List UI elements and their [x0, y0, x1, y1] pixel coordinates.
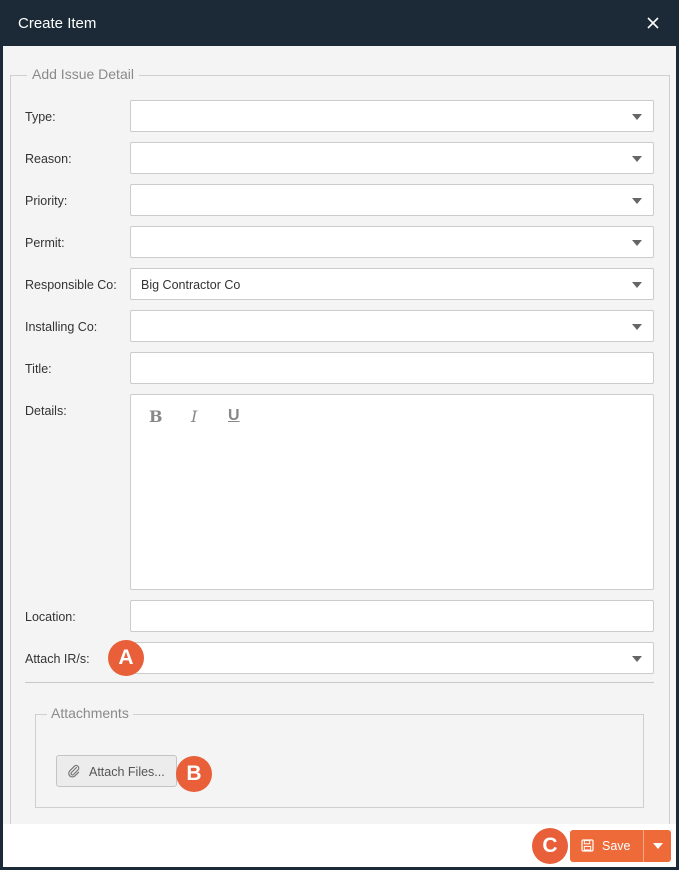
location-input[interactable] [130, 600, 654, 632]
reason-label: Reason: [25, 152, 72, 166]
reason-select[interactable] [130, 142, 654, 174]
create-item-dialog: Create Item Add Issue Detail Type: Reaso… [0, 0, 679, 870]
attachments-fieldset: Attachments Attach Files... [35, 705, 644, 808]
priority-select[interactable] [130, 184, 654, 216]
permit-select[interactable] [130, 226, 654, 258]
chevron-down-icon [632, 240, 642, 246]
attachments-legend: Attachments [47, 705, 133, 721]
installing-co-label: Installing Co: [25, 320, 98, 334]
attach-files-label: Attach Files... [89, 765, 165, 779]
dialog-title: Create Item [18, 15, 97, 32]
issue-detail-legend: Add Issue Detail [27, 66, 139, 82]
title-label: Title: [25, 362, 52, 376]
priority-label: Priority: [25, 194, 68, 208]
dialog-footer: C Save [3, 824, 676, 867]
installing-co-select[interactable] [130, 310, 654, 342]
chevron-down-icon [632, 198, 642, 204]
details-editor[interactable]: B I U [130, 394, 654, 590]
annotation-badge-a: A [108, 640, 144, 676]
bold-button[interactable]: B [149, 407, 163, 426]
attach-irs-label: Attach IR/s: [25, 652, 90, 666]
type-label: Type: [25, 110, 56, 124]
responsible-co-label: Responsible Co: [25, 278, 117, 292]
type-select[interactable] [130, 100, 654, 132]
details-label: Details: [25, 404, 67, 418]
attach-irs-select[interactable] [130, 642, 654, 674]
save-button[interactable]: Save [570, 830, 643, 862]
responsible-co-select[interactable]: Big Contractor Co [130, 268, 654, 300]
location-label: Location: [25, 610, 76, 624]
dialog-body: Add Issue Detail Type: Reason: Priority:… [3, 46, 676, 835]
italic-button[interactable]: I [191, 407, 197, 426]
paperclip-icon [67, 764, 81, 778]
title-input[interactable] [130, 352, 654, 384]
chevron-down-icon [632, 656, 642, 662]
chevron-down-icon [632, 156, 642, 162]
chevron-down-icon [653, 843, 663, 849]
permit-label: Permit: [25, 236, 65, 250]
chevron-down-icon [632, 282, 642, 288]
responsible-co-value: Big Contractor Co [141, 278, 241, 292]
chevron-down-icon [632, 324, 642, 330]
dialog-titlebar: Create Item [3, 3, 676, 46]
save-options-button[interactable] [643, 830, 671, 862]
save-label: Save [602, 839, 631, 853]
annotation-badge-b: B [176, 756, 212, 792]
close-icon[interactable] [644, 14, 662, 32]
floppy-disk-icon [581, 839, 594, 852]
attach-files-button[interactable]: Attach Files... [56, 755, 177, 787]
chevron-down-icon [632, 114, 642, 120]
divider [25, 682, 654, 683]
annotation-badge-c: C [532, 828, 568, 864]
underline-button[interactable]: U [228, 407, 240, 425]
